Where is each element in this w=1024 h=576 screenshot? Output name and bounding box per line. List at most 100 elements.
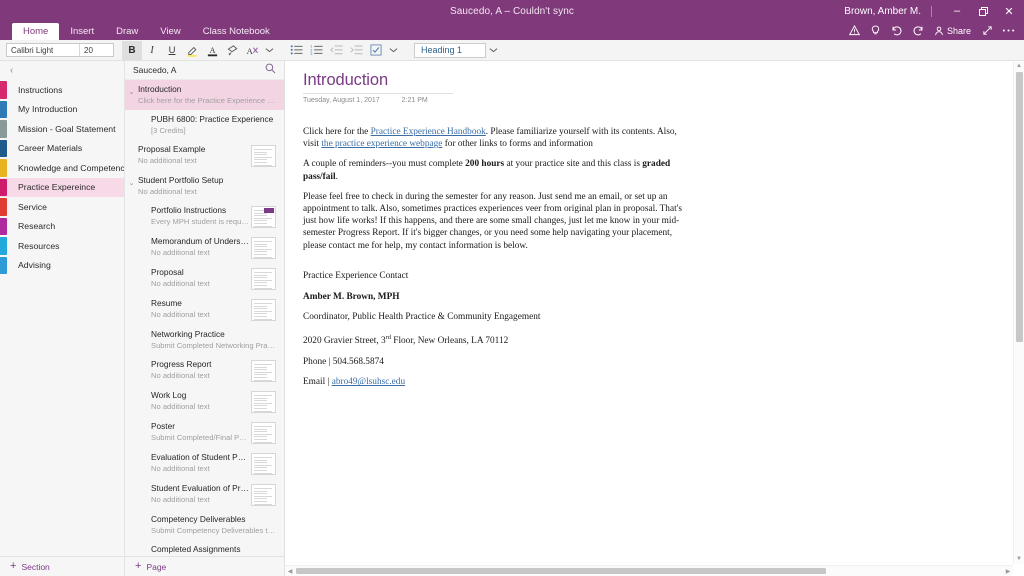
page-list[interactable]: ⌄ Introduction Click here for the Practice… — [125, 80, 284, 556]
clear-formatting-button[interactable]: A — [242, 41, 262, 60]
scroll-up-arrow[interactable]: ▲ — [1014, 61, 1024, 71]
page-item-text: Student Evaluation of Practice Exp… No ad… — [138, 483, 251, 505]
account-name[interactable]: Brown, Amber M. — [844, 6, 931, 17]
sidebar-item-service[interactable]: Service — [0, 197, 124, 217]
tab-insert[interactable]: Insert — [59, 23, 105, 40]
lightbulb-icon[interactable] — [866, 22, 886, 39]
increase-indent-button[interactable] — [346, 41, 366, 60]
sidebar-item-mission-goal-statement[interactable]: Mission - Goal Statement — [0, 119, 124, 139]
style-dropdown[interactable]: Heading 1 — [414, 42, 486, 58]
undo-icon[interactable] — [887, 22, 907, 39]
scroll-right-arrow[interactable]: ▶ — [1003, 566, 1013, 576]
more-options-icon[interactable] — [998, 22, 1018, 39]
page-list-item[interactable]: Portfolio Instructions Every MPH student … — [125, 201, 284, 232]
page-thumbnail — [251, 422, 276, 444]
collapse-chevron-icon[interactable]: ⌄ — [125, 84, 138, 96]
horizontal-scrollbar[interactable]: ◀ ▶ — [285, 565, 1013, 576]
link-practice-experience-handbook[interactable]: Practice Experience Handbook — [371, 127, 486, 137]
sidebar-item-practice-expereince[interactable]: Practice Expereince — [0, 177, 124, 197]
link-practice-experience-webpage[interactable]: the practice experience webpage — [321, 139, 442, 149]
note-canvas[interactable]: Introduction Tuesday, August 1, 2017 2:2… — [285, 61, 1024, 576]
page-list-item[interactable]: Completed Assignments — [125, 540, 284, 556]
italic-button[interactable]: I — [142, 41, 162, 60]
font-color-button[interactable]: A — [202, 41, 222, 60]
page-list-item[interactable]: Networking Practice Submit Completed Netw… — [125, 325, 284, 355]
section-color-tab — [0, 81, 7, 99]
sidebar-item-career-materials[interactable]: Career Materials — [0, 139, 124, 159]
page-list-item[interactable]: Memorandum of Understanding No additional… — [125, 232, 284, 263]
search-icon[interactable] — [265, 61, 276, 79]
page-list-item[interactable]: Proposal Example No additional text — [125, 140, 284, 171]
tab-view[interactable]: View — [149, 23, 191, 40]
font-size-input[interactable]: 20 — [79, 44, 113, 56]
add-page-button[interactable]: + Page — [125, 556, 284, 576]
title-bar-right-group: Brown, Amber M. – ✕ — [844, 0, 1024, 22]
underline-button[interactable]: U — [162, 41, 182, 60]
scroll-down-arrow[interactable]: ▼ — [1014, 554, 1024, 564]
sidebar-item-instructions[interactable]: Instructions — [0, 80, 124, 100]
sidebar-item-my-introduction[interactable]: My Introduction — [0, 100, 124, 120]
close-button[interactable]: ✕ — [996, 0, 1022, 22]
expand-icon[interactable] — [977, 22, 997, 39]
horizontal-scroll-thumb[interactable] — [296, 568, 826, 574]
font-name-input[interactable]: Calibri Light — [7, 44, 79, 56]
decrease-indent-button[interactable] — [326, 41, 346, 60]
thumbnail-line — [254, 493, 267, 495]
section-label: Research — [18, 221, 56, 232]
page-title[interactable]: Introduction — [303, 71, 1024, 90]
collapse-chevron-icon[interactable]: ⌄ — [125, 175, 138, 187]
thumbnail-line — [254, 164, 272, 166]
collapse-navigation-button[interactable]: ‹ — [10, 65, 13, 76]
page-item-subtitle: Click here for the Practice Experience H… — [138, 96, 278, 105]
page-list-item[interactable]: ⌄ Introduction Click here for the Practice… — [125, 80, 284, 110]
tab-class-notebook[interactable]: Class Notebook — [192, 23, 281, 40]
sidebar-item-resources[interactable]: Resources — [0, 236, 124, 256]
redo-icon[interactable] — [908, 22, 928, 39]
link-email-address[interactable]: abro49@lsuhsc.edu — [332, 377, 405, 387]
highlight-button[interactable] — [182, 41, 202, 60]
tab-draw[interactable]: Draw — [105, 23, 149, 40]
page-thumbnail — [251, 206, 276, 228]
paragraph-reminders: A couple of reminders--you must complete… — [303, 158, 695, 182]
format-painter-button[interactable] — [222, 41, 242, 60]
vertical-scrollbar[interactable]: ▲ ▼ — [1013, 61, 1024, 564]
share-button[interactable]: Share — [929, 22, 976, 39]
sidebar-item-knowledge-and-competencies[interactable]: Knowledge and Competencies — [0, 158, 124, 178]
note-content[interactable]: Click here for the Practice Experience H… — [303, 126, 695, 389]
vertical-scroll-thumb[interactable] — [1016, 72, 1023, 342]
page-list-item[interactable]: ⌄ Student Portfolio Setup No additional te… — [125, 171, 284, 201]
page-list-item[interactable]: Progress Report No additional text — [125, 355, 284, 386]
sidebar-item-advising[interactable]: Advising — [0, 256, 124, 276]
page-list-item[interactable]: PUBH 6800: Practice Experience [3 Credits… — [125, 110, 284, 140]
sidebar-item-research[interactable]: Research — [0, 217, 124, 237]
warning-icon[interactable] — [845, 22, 865, 39]
page-item-title: Introduction — [138, 84, 182, 94]
tags-overflow-chevron-icon[interactable] — [386, 41, 401, 60]
style-chevron-icon[interactable] — [486, 41, 501, 60]
page-list-item[interactable]: Proposal No additional text — [125, 263, 284, 294]
page-list-item[interactable]: Work Log No additional text — [125, 386, 284, 417]
contact-block: Practice Experience Contact Amber M. Bro… — [303, 270, 695, 389]
page-list-item[interactable]: Competency Deliverables Submit Competency… — [125, 510, 284, 540]
page-list-item[interactable]: Student Evaluation of Practice Exp… No ad… — [125, 479, 284, 510]
todo-tag-button[interactable] — [366, 41, 386, 60]
thumbnail-line — [254, 316, 267, 317]
page-list-item[interactable]: Evaluation of Student Performance No addi… — [125, 448, 284, 479]
add-section-button[interactable]: + Section — [0, 556, 124, 576]
scroll-left-arrow[interactable]: ◀ — [285, 566, 295, 576]
minimize-button[interactable]: – — [944, 0, 970, 22]
text-fragment: at your practice site and this class is — [504, 159, 643, 170]
page-list-item[interactable]: Resume No additional text — [125, 294, 284, 325]
page-item-subtitle: Submit Completed/Final Poster — [151, 433, 249, 442]
tab-home[interactable]: Home — [12, 23, 60, 40]
page-list-item[interactable]: Poster Submit Completed/Final Poster — [125, 417, 284, 448]
numbered-list-button[interactable]: 1 2 3 — [306, 41, 326, 60]
font-overflow-chevron-icon[interactable] — [262, 41, 277, 60]
contact-address: 2020 Gravier Street, 3rd Floor, New Orle… — [303, 332, 695, 347]
restore-button[interactable] — [970, 0, 996, 22]
bold-button[interactable]: B — [122, 40, 142, 60]
bullet-list-button[interactable] — [286, 41, 306, 60]
search-input[interactable] — [133, 65, 265, 75]
